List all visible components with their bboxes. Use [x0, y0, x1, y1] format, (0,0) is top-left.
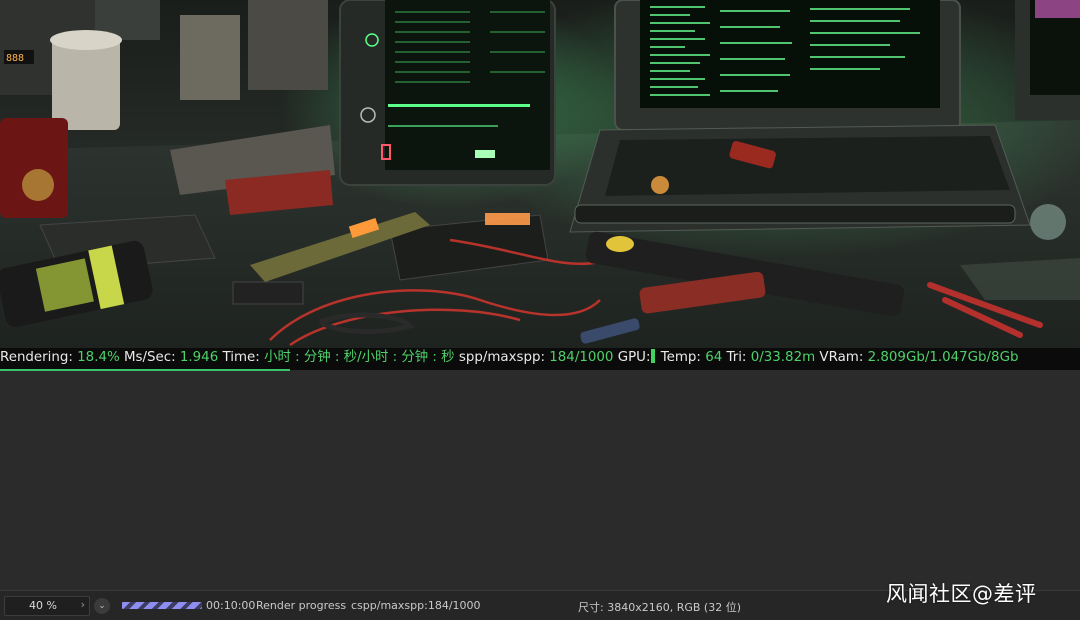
gpu-label: GPU:: [617, 350, 651, 365]
image-size-label: 尺寸: 3840x2160, RGB (32 位): [578, 601, 741, 614]
rendering-label: Rendering:: [0, 350, 73, 365]
time-value: 小时 : 分钟 : 秒/小时 : 分钟 : 秒: [264, 350, 455, 365]
chevron-right-icon[interactable]: ›: [81, 598, 85, 611]
rendering-value: 18.4%: [77, 350, 120, 365]
vram-label: VRam:: [819, 350, 864, 365]
temp-value: 64: [705, 350, 723, 365]
spp-value: 184/1000: [549, 350, 614, 365]
temp-label: Temp:: [660, 350, 701, 365]
chevron-down-icon[interactable]: ⌄: [94, 598, 110, 614]
zoom-value: 40 %: [29, 599, 57, 612]
zoom-input[interactable]: 40 % ›: [4, 596, 90, 616]
vram-value: 2.809Gb/1.047Gb/8Gb: [867, 350, 1019, 365]
render-viewport[interactable]: 888: [0, 0, 1080, 348]
render-progress-label: Render progress: [256, 599, 347, 612]
spp-label: spp/maxspp:: [458, 350, 545, 365]
ms-sec-value: 1.946: [179, 350, 219, 365]
render-scene-image: 888: [0, 0, 1080, 348]
ms-sec-label: Ms/Sec:: [123, 350, 176, 365]
cspp-label: cspp/maxspp:184/1000: [351, 599, 481, 612]
time-label: Time:: [222, 350, 260, 365]
empty-canvas-area: [0, 371, 1080, 590]
render-status-bar: Rendering: 18.4% Ms/Sec: 1.946 Time: 小时 …: [0, 348, 1080, 370]
watermark: 风闻社区@差评: [886, 582, 1037, 606]
tri-value: 0/33.82m: [750, 350, 816, 365]
gpu-usage-bar: [651, 349, 656, 363]
svg-text:888: 888: [6, 53, 24, 64]
render-progress-bar: [122, 602, 202, 609]
render-time: 00:10:00: [206, 599, 256, 612]
tri-label: Tri:: [726, 350, 747, 365]
